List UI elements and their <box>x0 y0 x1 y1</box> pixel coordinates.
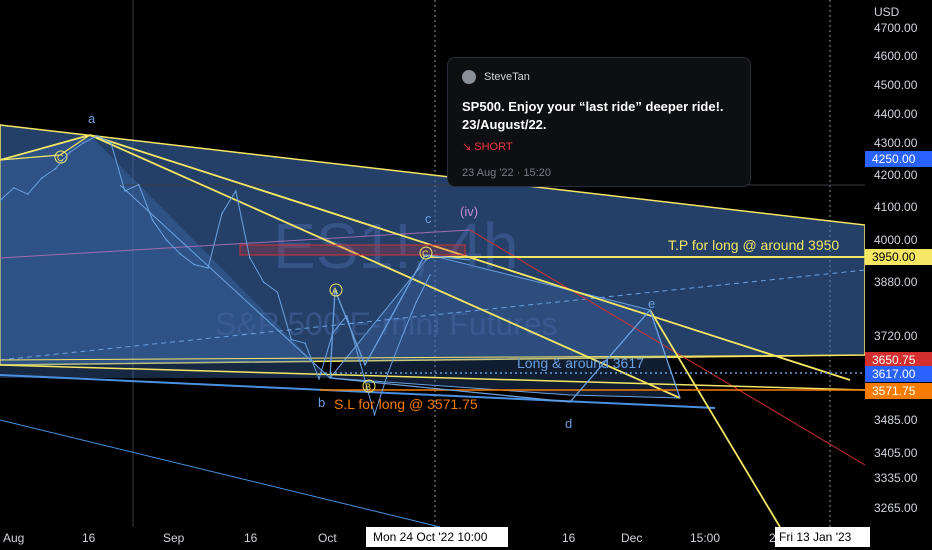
currency-label: USD <box>874 5 900 19</box>
price-point <box>82 142 85 144</box>
x-tick-label: Dec <box>621 531 642 545</box>
svg-text:4250.00: 4250.00 <box>872 152 916 166</box>
x-tick-label: Oct <box>318 531 337 545</box>
price-point <box>359 363 362 366</box>
x-tick-label: 15:00 <box>690 531 720 545</box>
price-label-4250: 4250.00 <box>865 151 932 167</box>
wave-label-A: A <box>332 286 338 296</box>
wave-label-e: e <box>648 296 655 311</box>
y-tick-label: 4300.00 <box>874 136 918 150</box>
long-annotation: Long & around 3617 <box>517 355 644 371</box>
price-point <box>248 256 251 259</box>
blue-channel-line <box>0 419 441 528</box>
price-point <box>165 239 168 241</box>
price-point <box>415 301 417 304</box>
price-point <box>13 187 15 189</box>
svg-text:3617.00: 3617.00 <box>872 367 916 381</box>
crosshair-time-label: Mon 24 Oct '22 10:00 <box>366 527 508 547</box>
avatar <box>462 70 476 84</box>
y-tick-label: 4400.00 <box>874 107 918 121</box>
x-tick-label: Aug <box>3 531 24 545</box>
price-point <box>290 338 293 341</box>
svg-text:3571.75: 3571.75 <box>872 384 916 398</box>
price-point <box>276 291 279 293</box>
price-point <box>429 274 431 276</box>
price-point <box>54 167 57 170</box>
price-point <box>345 314 348 317</box>
wave-label-c: c <box>425 211 432 226</box>
price-point <box>401 335 404 337</box>
price-point <box>207 267 209 269</box>
price-point <box>151 219 154 221</box>
author-name[interactable]: SteveTan <box>484 71 530 83</box>
y-tick-label: 4200.00 <box>874 168 918 182</box>
x-tick-label: 16 <box>82 531 96 545</box>
price-point <box>262 281 265 283</box>
svg-text:3650.75: 3650.75 <box>872 353 916 367</box>
price-point <box>96 134 98 137</box>
price-label-3571: 3571.75 <box>865 383 932 399</box>
price-point <box>304 342 306 344</box>
wave-label-a: a <box>88 111 96 126</box>
price-point <box>137 183 140 186</box>
price-point <box>373 413 376 416</box>
svg-text:Mon 24 Oct '22 10:00: Mon 24 Oct '22 10:00 <box>373 530 488 544</box>
price-point <box>179 253 182 255</box>
y-tick-label: 4100.00 <box>874 200 918 214</box>
price-point <box>68 151 71 154</box>
y-tick-label: 3720.00 <box>874 329 918 343</box>
y-tick-label: 3335.00 <box>874 471 918 485</box>
y-tick-label: 4000.00 <box>874 233 918 247</box>
direction-badge: ↘ SHORT <box>462 141 513 153</box>
wave-label-iv: (iv) <box>460 204 478 219</box>
name-watermark: S&P 500 E-mini Futures <box>215 306 558 342</box>
wave-label-C: C <box>57 153 64 163</box>
price-point <box>387 370 390 373</box>
idea-title-line2: 23/August/22. <box>462 117 547 132</box>
svg-text:Fri 13 Jan '23: Fri 13 Jan '23 <box>779 530 852 544</box>
wave-label-C2: C <box>422 249 429 259</box>
y-tick-label: 3485.00 <box>874 413 918 427</box>
price-label-3617: 3617.00 <box>865 366 932 382</box>
price-point <box>26 193 29 195</box>
x-tick-label: Sep <box>163 531 185 545</box>
price-label-3950: 3950.00 <box>865 249 932 265</box>
wave-label-d: d <box>565 416 572 431</box>
price-point <box>235 190 237 192</box>
price-point <box>221 212 223 215</box>
x-tick-label: 2 <box>769 531 776 545</box>
price-point <box>110 142 112 144</box>
tp-annotation: T.P for long @ around 3950 <box>668 237 839 253</box>
price-point <box>40 177 43 179</box>
sl-annotation: S.L for long @ 3571.75 <box>334 396 478 412</box>
idea-title[interactable]: SP500. Enjoy your “last ride” deeper rid… <box>462 98 736 134</box>
y-tick-label: 4500.00 <box>874 78 918 92</box>
wave-label-b: b <box>318 395 325 410</box>
price-point <box>318 378 320 380</box>
x-tick-label: 16 <box>562 531 576 545</box>
y-tick-label: 4600.00 <box>874 49 918 63</box>
svg-text:3950.00: 3950.00 <box>872 250 916 264</box>
y-tick-label: 3265.00 <box>874 501 918 515</box>
wave-label-B: B <box>365 382 371 392</box>
end-time-label: Fri 13 Jan '23 <box>775 527 870 547</box>
y-tick-label: 4700.00 <box>874 21 918 35</box>
price-label-3650: 3650.75 <box>865 352 932 368</box>
idea-title-line1: SP500. Enjoy your “last ride” deeper rid… <box>462 99 724 114</box>
author-row[interactable]: SteveTan <box>462 70 736 84</box>
idea-card[interactable]: SteveTan SP500. Enjoy your “last ride” d… <box>447 57 751 187</box>
price-point <box>332 331 334 334</box>
idea-date: 23 Aug '22 · 15:20 <box>462 167 551 179</box>
y-tick-label: 3405.00 <box>874 446 918 460</box>
price-point <box>193 263 195 266</box>
x-tick-label: 16 <box>244 531 258 545</box>
price-point <box>124 190 126 192</box>
y-tick-label: 3880.00 <box>874 275 918 289</box>
